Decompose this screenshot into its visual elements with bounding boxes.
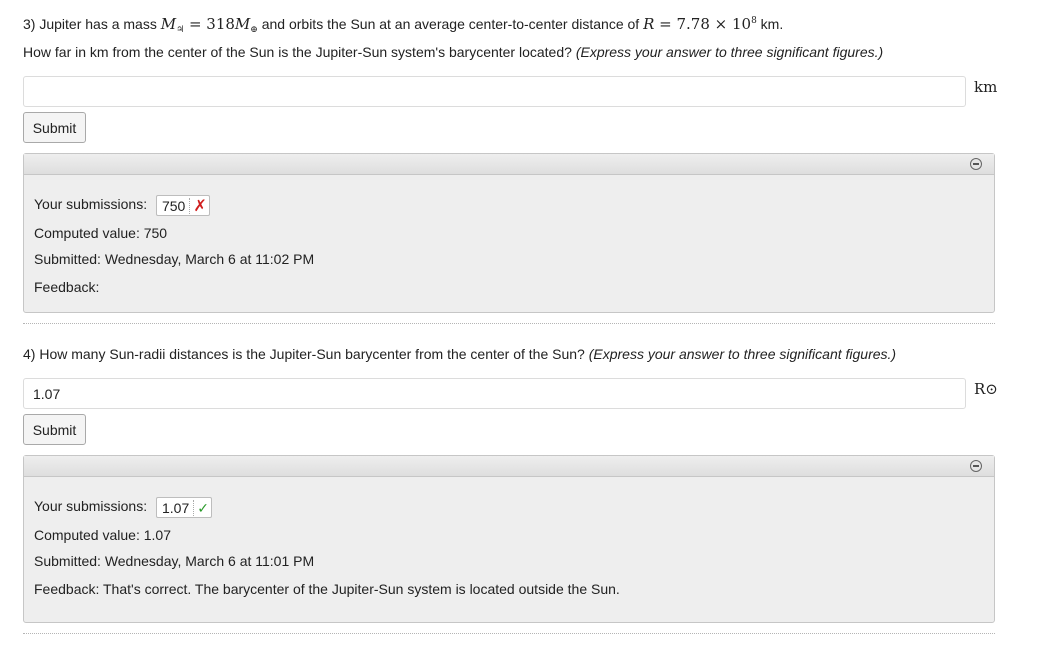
distance-value: = 7.78 × 108 [654, 15, 757, 33]
q3-answer-input[interactable] [23, 76, 966, 107]
collapse-minus-icon[interactable] [970, 460, 982, 472]
section-divider [23, 323, 995, 324]
q4-result-panel: Your submissions: 1.07 ✓ Computed value: … [23, 455, 995, 623]
checkmark-icon: ✓ [197, 500, 209, 516]
distance-symbol: R [643, 15, 655, 33]
q4-computed-value: Computed value: 1.07 [34, 527, 171, 543]
q3-middle-text: and orbits the Sun at an average center-… [257, 16, 644, 32]
q4-submit-button[interactable]: Submit [23, 414, 86, 445]
q4-feedback: Feedback: That's correct. The barycenter… [34, 581, 620, 597]
q3-submission-entry: 750 ✗ [155, 195, 210, 216]
q3-submissions-row: Your submissions: 750 ✗ [34, 195, 210, 216]
q3-result-panel-header [24, 154, 994, 175]
question-3-prompt: How far in km from the center of the Sun… [23, 44, 883, 60]
earth-mass-symbol: M⊕ [234, 15, 258, 35]
q4-question-text: 4) How many Sun-radii distances is the J… [23, 346, 589, 362]
q3-hint-text: (Express your answer to three significan… [575, 44, 884, 60]
q4-result-panel-header [24, 456, 994, 477]
q3-submitted-time: Submitted: Wednesday, March 6 at 11:02 P… [34, 251, 315, 267]
x-mark-icon: ✗ [193, 198, 207, 215]
q3-prefix-text: 3) Jupiter has a mass [23, 16, 161, 32]
q3-submission-value: 750 [161, 198, 191, 214]
q3-unit-label: km [974, 78, 998, 96]
q4-answer-input[interactable] [23, 378, 966, 409]
jupiter-mass-symbol: M♃ [160, 15, 185, 35]
q3-submit-button[interactable]: Submit [23, 112, 86, 143]
distance-unit: km. [756, 16, 784, 32]
q3-question-text: How far in km from the center of the Sun… [23, 44, 576, 60]
q4-submission-entry: 1.07 ✓ [155, 497, 212, 518]
q4-unit-label: R⊙ [974, 380, 998, 398]
q4-submissions-row: Your submissions: 1.07 ✓ [34, 497, 212, 518]
q4-submission-value: 1.07 [161, 500, 195, 516]
q3-computed-value: Computed value: 750 [34, 225, 168, 241]
q4-submissions-label: Your submissions: [34, 498, 148, 515]
question-4-prompt: 4) How many Sun-radii distances is the J… [23, 346, 896, 362]
q4-hint-text: (Express your answer to three significan… [588, 346, 897, 362]
jupiter-mass-value: = 318 [184, 15, 235, 33]
q3-result-panel: Your submissions: 750 ✗ Computed value: 7… [23, 153, 995, 313]
q4-submitted-time: Submitted: Wednesday, March 6 at 11:01 P… [34, 553, 315, 569]
collapse-minus-icon[interactable] [970, 158, 982, 170]
q3-feedback: Feedback: [34, 279, 100, 295]
section-divider [23, 633, 995, 634]
q3-submissions-label: Your submissions: [34, 196, 148, 213]
question-3-statement: 3) Jupiter has a mass M♃ = 318M⊕ and orb… [23, 15, 783, 35]
